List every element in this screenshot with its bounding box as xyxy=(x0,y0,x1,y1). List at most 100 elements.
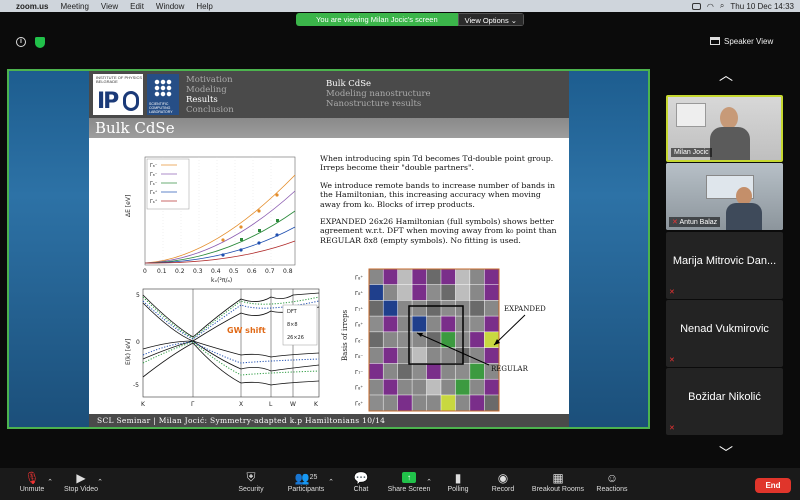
heatmap-cell xyxy=(484,300,499,316)
ipb-logo-caption: INSTITUTE OF PHYSICS BELGRADE xyxy=(96,75,143,84)
heatmap-cell xyxy=(369,363,383,379)
heatmap-row-label: Γ₆⁻ xyxy=(355,338,363,344)
heatmap-cell xyxy=(397,363,412,379)
heatmap-cell xyxy=(441,284,456,301)
macos-menubar: zoom.us Meeting View Edit Window Help ◠ … xyxy=(0,0,800,12)
heatmap-cell xyxy=(383,284,398,301)
menu-view[interactable]: View xyxy=(101,2,118,11)
heatmap-cell xyxy=(441,395,456,411)
chat-bubble-icon: 💬 xyxy=(353,470,369,485)
menu-app-name[interactable]: zoom.us xyxy=(16,2,48,11)
plot1-legend-3: Γ₆⁻ xyxy=(150,181,158,187)
menu-window[interactable]: Window xyxy=(156,2,184,11)
record-button[interactable]: ◉ Record xyxy=(489,470,517,494)
speaker-view-icon xyxy=(710,37,720,45)
chevron-up-icon[interactable]: ︿ xyxy=(716,68,736,82)
mic-muted-icon: ✕ xyxy=(669,357,675,364)
record-icon: ◉ xyxy=(497,470,509,485)
heatmap-cell xyxy=(412,316,427,332)
stop-video-label: Stop Video xyxy=(63,486,99,493)
wifi-icon[interactable]: ◠ xyxy=(707,2,714,11)
security-button[interactable]: ⛨ Security xyxy=(234,470,268,493)
unmute-button[interactable]: 🎙 Unmute xyxy=(14,471,50,494)
participant-tile[interactable]: Nenad Vukmirovic ✕ xyxy=(666,300,783,367)
breakout-rooms-button[interactable]: ▦ Breakout Rooms xyxy=(530,470,586,494)
menu-meeting[interactable]: Meeting xyxy=(60,2,88,11)
participant-name: ✕ Antun Balaz xyxy=(669,217,721,227)
participant-tile-active-speaker[interactable]: Milan Jocic xyxy=(666,95,783,162)
mic-muted-icon: ✕ xyxy=(669,425,675,432)
heatmap-cell xyxy=(484,269,499,285)
zoom-window: zoom.us Meeting View Edit Window Help ◠ … xyxy=(0,0,800,500)
plot1-xtick: 0.6 xyxy=(247,268,257,275)
nav-motivation: Motivation xyxy=(186,75,233,85)
view-options-button[interactable]: View Options ⌄ xyxy=(457,13,525,26)
participant-name: Nenad Vukmirovic xyxy=(680,323,769,335)
info-icon[interactable]: i xyxy=(16,37,26,47)
battery-icon[interactable] xyxy=(691,2,701,10)
heatmap-cell xyxy=(470,316,485,332)
heatmap-cell xyxy=(412,379,427,395)
heatmap-cell xyxy=(441,269,456,285)
heatmap-cell xyxy=(426,347,441,364)
encryption-shield-icon[interactable] xyxy=(35,37,45,48)
nav-modeling: Modeling xyxy=(186,85,227,95)
slide-title: Bulk CdSe xyxy=(89,118,569,138)
menubar-clock[interactable]: Thu 10 Dec 14:33 xyxy=(730,2,794,11)
heatmap-cell xyxy=(484,316,499,332)
share-options-chevron-icon[interactable]: ⌃ xyxy=(426,478,432,486)
heatmap-cell xyxy=(455,395,470,411)
breakout-rooms-label: Breakout Rooms xyxy=(531,486,585,493)
heatmap-cell xyxy=(426,332,441,348)
smiley-icon: ☺ xyxy=(605,470,619,485)
heatmap-cell xyxy=(455,379,470,395)
heatmap-cell xyxy=(412,347,427,364)
participant-name: Milan Jocic xyxy=(671,148,712,157)
heatmap-cell xyxy=(383,332,398,348)
chevron-down-icon[interactable]: ﹀ xyxy=(716,446,736,460)
stop-video-button[interactable]: ▶ Stop Video xyxy=(60,471,102,494)
plot2-xtick: X xyxy=(239,401,243,408)
polling-button[interactable]: ▮ Polling xyxy=(444,471,472,494)
participants-icon: 👥 25 xyxy=(294,470,318,485)
participants-button[interactable]: 👥 25 Participants xyxy=(285,470,327,494)
heatmap-cell xyxy=(412,363,427,379)
ipb-logo: INSTITUTE OF PHYSICS BELGRADE IP xyxy=(93,74,143,115)
plot1-legend-5: Γ₆⁺ xyxy=(150,199,158,205)
nav-nanostructure-results: Nanostructure results xyxy=(326,99,422,109)
menu-edit[interactable]: Edit xyxy=(130,2,144,11)
plot2-ytick: -5 xyxy=(133,382,139,389)
heatmap-cell xyxy=(426,284,441,301)
participant-tile[interactable]: Marija Mitrovic Dan... ✕ xyxy=(666,232,783,299)
audio-options-chevron-icon[interactable]: ⌃ xyxy=(47,478,53,486)
participant-tile[interactable]: ✕ Antun Balaz xyxy=(666,163,783,230)
heatmap-cell xyxy=(383,300,398,316)
heatmap-cell xyxy=(470,300,485,316)
heatmap-cell xyxy=(455,363,470,379)
participants-options-chevron-icon[interactable]: ⌃ xyxy=(328,478,334,486)
chat-button[interactable]: 💬 Chat xyxy=(350,470,372,494)
plot1-xtick: 0.5 xyxy=(229,268,239,275)
regular-label: REGULAR xyxy=(491,365,529,373)
search-icon[interactable]: ⌕ xyxy=(720,1,724,11)
heatmap-row-label: Γ₇⁻ xyxy=(355,370,363,376)
heatmap-row-label: Γ₈⁺ xyxy=(355,385,363,392)
heatmap-cell xyxy=(426,269,441,285)
menu-help[interactable]: Help xyxy=(196,2,212,11)
speaker-view-button[interactable]: Speaker View xyxy=(710,34,773,48)
heatmap-cell xyxy=(484,395,499,411)
heatmap-cell xyxy=(426,316,441,332)
nav-bulk-cdse: Bulk CdSe xyxy=(326,79,372,89)
reactions-button[interactable]: ☺ Reactions xyxy=(594,470,630,494)
end-meeting-button[interactable]: End xyxy=(755,478,791,493)
presentation-slide: INSTITUTE OF PHYSICS BELGRADE IP SCIENTI… xyxy=(89,71,569,427)
slide-subsection-nav: Bulk CdSe Modeling nanostructure Nanostr… xyxy=(326,79,431,109)
shared-screen[interactable]: INSTITUTE OF PHYSICS BELGRADE IP SCIENTI… xyxy=(7,69,650,429)
slide-paragraph-3: EXPANDED 26x26 Hamiltonian (full symbols… xyxy=(320,217,557,245)
participant-tile[interactable]: Božidar Nikolić ✕ xyxy=(666,368,783,435)
video-options-chevron-icon[interactable]: ⌃ xyxy=(97,478,103,486)
record-label: Record xyxy=(491,486,515,493)
breakout-rooms-icon: ▦ xyxy=(552,470,564,485)
heatmap-cell xyxy=(426,300,441,316)
heatmap-row-labels: Γ₈⁺ Γ₈⁺ Γ₇⁺ Γ₈⁺ Γ₆⁻ Γ₈⁻ Γ₇⁻ Γ₈⁺ Γ₆⁺ xyxy=(355,274,363,407)
